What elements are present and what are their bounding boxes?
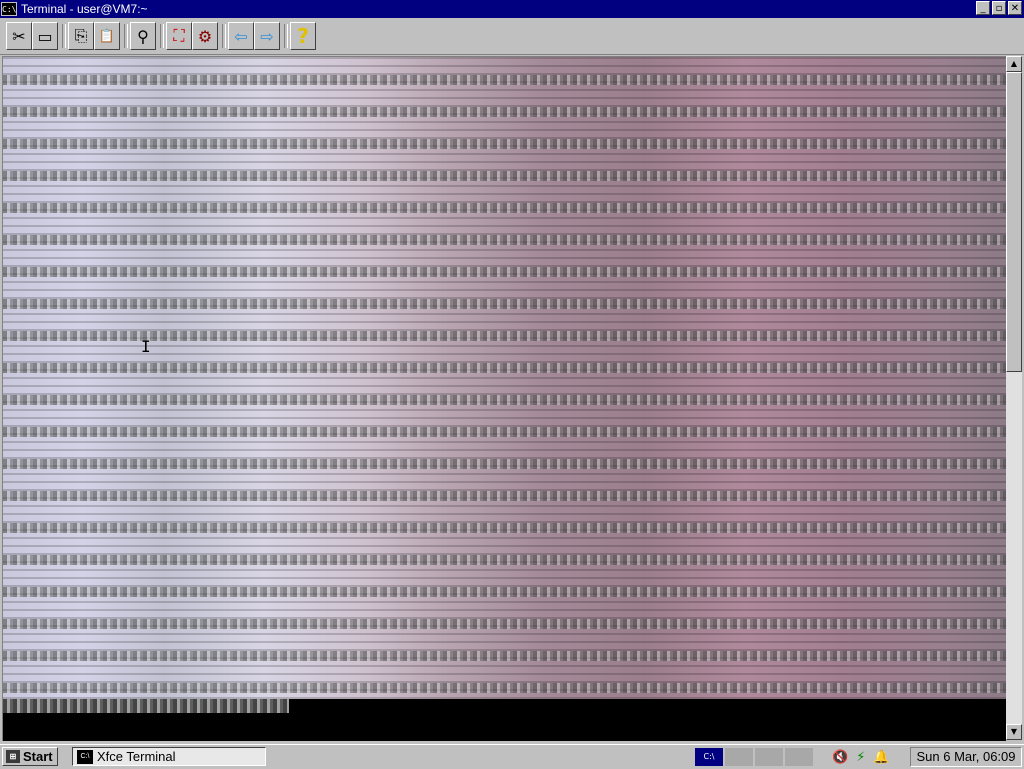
garbled-line — [3, 555, 1006, 565]
new-tab-button[interactable]: ✂ — [6, 22, 32, 50]
workspace-pager[interactable]: C:\ — [694, 747, 814, 767]
garbled-line — [3, 683, 1006, 693]
workspace-3[interactable] — [754, 747, 784, 767]
garbled-line — [3, 395, 1006, 405]
start-label: Start — [23, 749, 53, 764]
garbled-line — [3, 587, 1006, 597]
toolbar: ✂ ▭ ⎘ 📋 ⚲ ⛶ ⚙ ⇦ ⇨ ? — [0, 18, 1024, 55]
garbled-line — [3, 203, 1006, 213]
garbled-line — [3, 491, 1006, 501]
scroll-up-button[interactable]: ▲ — [1006, 56, 1022, 72]
copy-button[interactable]: ⎘ — [68, 22, 94, 50]
window-title: Terminal - user@VM7:~ — [21, 2, 148, 16]
garbled-line — [3, 235, 1006, 245]
new-window-button[interactable]: ▭ — [32, 22, 58, 50]
paste-icon: 📋 — [98, 28, 116, 44]
scroll-down-button[interactable]: ▼ — [1006, 724, 1022, 740]
garbled-line — [3, 459, 1006, 469]
text-cursor-icon: I — [141, 337, 151, 356]
forward-button[interactable]: ⇨ — [254, 22, 280, 50]
terminal-app-icon[interactable]: C:\ — [1, 2, 17, 16]
preferences-icon: ⚙ — [197, 26, 213, 46]
toolbar-separator — [62, 24, 66, 48]
garbled-line — [3, 171, 1006, 181]
back-icon: ⇦ — [234, 26, 248, 46]
find-button[interactable]: ⚲ — [130, 22, 156, 50]
garbled-last-line — [3, 699, 289, 713]
scroll-thumb[interactable] — [1006, 72, 1022, 372]
new-window-icon: ▭ — [37, 26, 53, 46]
garbled-line — [3, 651, 1006, 661]
garbled-line — [3, 619, 1006, 629]
network-icon[interactable]: ⚡ — [856, 750, 865, 765]
close-button[interactable]: ✕ — [1008, 1, 1022, 15]
toolbar-separator — [160, 24, 164, 48]
new-tab-icon: ✂ — [12, 26, 26, 46]
copy-icon: ⎘ — [74, 26, 88, 45]
garbled-line — [3, 75, 1006, 85]
workspace-1[interactable]: C:\ — [694, 747, 724, 767]
garbled-line — [3, 427, 1006, 437]
garbled-line — [3, 139, 1006, 149]
back-button[interactable]: ⇦ — [228, 22, 254, 50]
forward-icon: ⇨ — [260, 26, 274, 46]
garbled-line — [3, 107, 1006, 117]
minimize-button[interactable]: _ — [976, 1, 990, 15]
terminal-garbled-output — [3, 57, 1006, 699]
start-button[interactable]: ⊞ Start — [2, 747, 58, 766]
garbled-line — [3, 299, 1006, 309]
garbled-line — [3, 267, 1006, 277]
fullscreen-icon: ⛶ — [173, 26, 185, 45]
garbled-line — [3, 363, 1006, 373]
notification-bell-icon[interactable]: 🔔 — [873, 750, 889, 765]
paste-button[interactable]: 📋 — [94, 22, 120, 50]
preferences-button[interactable]: ⚙ — [192, 22, 218, 50]
help-button[interactable]: ? — [290, 22, 316, 50]
task-label: Xfce Terminal — [97, 749, 176, 764]
help-icon: ? — [297, 24, 309, 48]
window-titlebar[interactable]: C:\ Terminal - user@VM7:~ _ ▫ ✕ — [0, 0, 1024, 18]
terminal-task-icon: C:\ — [77, 749, 93, 764]
fullscreen-button[interactable]: ⛶ — [166, 22, 192, 50]
toolbar-separator — [284, 24, 288, 48]
taskbar: ⊞ Start C:\ Xfce Terminal C:\ 🔇 ⚡ 🔔 Sun … — [0, 744, 1024, 769]
start-icon: ⊞ — [6, 750, 20, 763]
garbled-line — [3, 523, 1006, 533]
find-icon: ⚲ — [137, 26, 149, 46]
garbled-line — [3, 331, 1006, 341]
terminal-area[interactable]: I — [2, 56, 1006, 741]
maximize-button[interactable]: ▫ — [992, 1, 1006, 15]
system-tray: 🔇 ⚡ 🔔 — [832, 747, 890, 767]
toolbar-separator — [124, 24, 128, 48]
clock[interactable]: Sun 6 Mar, 06:09 — [910, 747, 1022, 767]
taskbar-item-xfce-terminal[interactable]: C:\ Xfce Terminal — [72, 747, 266, 766]
workspace-2[interactable] — [724, 747, 754, 767]
volume-icon[interactable]: 🔇 — [832, 750, 848, 765]
vertical-scrollbar[interactable]: ▲ ▼ — [1006, 56, 1022, 740]
toolbar-separator — [222, 24, 226, 48]
workspace-4[interactable] — [784, 747, 814, 767]
